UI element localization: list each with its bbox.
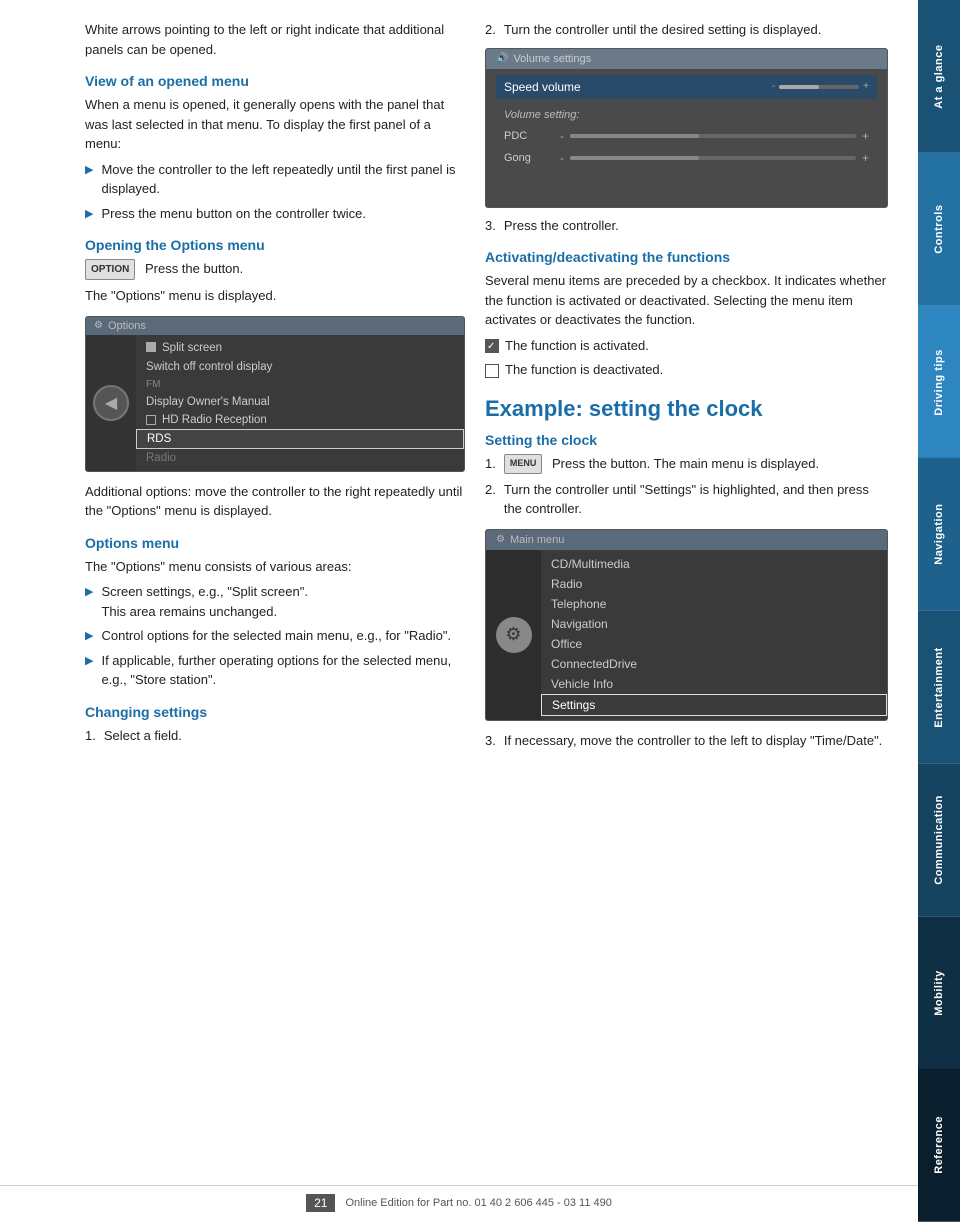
mm-row-navigation: Navigation [541,614,887,634]
additional-options-text: Additional options: move the controller … [85,482,465,521]
bullet-further-options: ▶ If applicable, further operating optio… [85,651,465,690]
section-view-of-opened-menu-heading: View of an opened menu [85,73,465,89]
speed-volume-row: Speed volume - + [496,75,877,99]
options-controller-area: ◀ [86,335,136,471]
mm-row-office: Office [541,634,887,654]
sidebar-item-communication[interactable]: Communication [918,764,960,917]
section5-text: Several menu items are preceded by a che… [485,271,888,330]
volume-body: Speed volume - + Volume setting: PDC - [486,69,887,175]
options-content: ◀ Split screen Switch off control displa… [86,335,464,471]
options-menu-intro: The "Options" menu consists of various a… [85,557,465,577]
opt-row-switch-off: Switch off control display [136,358,464,376]
step-press-controller: 3. Press the controller. [485,216,888,236]
bullet-arrow-icon-4: ▶ [85,628,93,645]
main-content: White arrows pointing to the left or rig… [0,0,918,796]
pdc-slider [570,134,856,138]
volume-setting-label: Volume setting: [496,105,877,125]
sidebar-item-at-a-glance[interactable]: At a glance [918,0,960,153]
options-header-icon: ⚙ [94,320,103,331]
gear-icon: ⚙ [496,617,532,653]
opt-row-fm-label: FM [136,376,464,393]
main-menu-rows: CD/Multimedia Radio Telephone Navigation… [541,550,887,720]
main-menu-content: ⚙ CD/Multimedia Radio Telephone Navigati… [486,550,887,720]
intro-text: White arrows pointing to the left or rig… [85,20,465,59]
volume-settings-header: 🔊 Volume settings [486,49,887,69]
sidebar: At a glance Controls Driving tips Naviga… [918,0,960,1222]
bullet-control-options: ▶ Control options for the selected main … [85,626,465,646]
options-screen-mockup: ⚙ Options ◀ Split screen Switch off cont… [85,316,465,472]
options-header: ⚙ Options [86,317,464,335]
step-select-field: 1. Select a field. [85,726,465,746]
mm-row-radio: Radio [541,574,887,594]
bullet-press-menu-button: ▶ Press the menu button on the controlle… [85,204,465,224]
main-menu-controller-area: ⚙ [486,550,541,720]
checkbox-activated-icon [485,336,505,356]
sidebar-item-reference[interactable]: Reference [918,1069,960,1222]
volume-settings-mockup: 🔊 Volume settings Speed volume - + Volum… [485,48,888,208]
checkbox-hd-radio-icon [146,415,156,425]
opt-row-display-manual: Display Owner's Manual [136,393,464,411]
function-activated-item: The function is activated. [485,336,888,356]
sidebar-item-mobility[interactable]: Mobility [918,917,960,1070]
pdc-row: PDC - + [496,125,877,147]
bullet-arrow-icon-2: ▶ [85,206,93,223]
sub-heading-setting-clock: Setting the clock [485,432,888,448]
sidebar-item-entertainment[interactable]: Entertainment [918,611,960,764]
bullet-arrow-icon-3: ▶ [85,584,93,601]
mm-row-connecteddrive: ConnectedDrive [541,654,887,674]
mm-row-vehicle-info: Vehicle Info [541,674,887,694]
big-heading-clock: Example: setting the clock [485,396,888,422]
option-button[interactable]: OPTION [85,259,135,280]
clock-step2: 2. Turn the controller until "Settings" … [485,480,888,519]
main-menu-header-icon: ⚙ [496,534,505,545]
bullet-arrow-icon-5: ▶ [85,653,93,670]
step-turn-controller: 2. Turn the controller until the desired… [485,20,888,40]
section-opening-options-heading: Opening the Options menu [85,237,465,253]
opt-row-hd-radio: HD Radio Reception [136,411,464,429]
sidebar-item-driving-tips[interactable]: Driving tips [918,306,960,459]
section1-text: When a menu is opened, it generally open… [85,95,465,154]
options-displayed-text: The "Options" menu is displayed. [85,286,465,306]
option-instruction-text: OPTION Press the button. [85,259,465,280]
section-options-menu-heading: Options menu [85,535,465,551]
bullet-screen-settings: ▶ Screen settings, e.g., "Split screen".… [85,582,465,621]
bullet-arrow-icon-1: ▶ [85,162,93,179]
function-deactivated-item: The function is deactivated. [485,360,888,380]
opt-row-rds: RDS [136,429,464,449]
section-changing-settings-heading: Changing settings [85,704,465,720]
checkbox-split-screen [146,342,156,355]
main-menu-mockup: ⚙ Main menu ⚙ CD/Multimedia Radio Teleph… [485,529,888,721]
clock-step1: 1. MENU Press the button. The main menu … [485,454,888,474]
mm-row-cd: CD/Multimedia [541,554,887,574]
mm-row-telephone: Telephone [541,594,887,614]
opt-row-split-screen: Split screen [136,339,464,358]
bullet-move-controller: ▶ Move the controller to the left repeat… [85,160,465,199]
section-activating-heading: Activating/deactivating the functions [485,249,888,265]
clock-step3: 3. If necessary, move the controller to … [485,731,888,751]
options-menu-rows: Split screen Switch off control display … [136,335,464,471]
footer-text: Online Edition for Part no. 01 40 2 606 … [345,1197,611,1209]
main-menu-header: ⚙ Main menu [486,530,887,550]
page-number: 21 [306,1194,335,1212]
right-column: 2. Turn the controller until the desired… [485,20,888,756]
gong-slider [570,156,856,160]
sidebar-item-controls[interactable]: Controls [918,153,960,306]
volume-settings-icon: 🔊 [496,53,508,64]
page-footer: 21 Online Edition for Part no. 01 40 2 6… [0,1185,918,1212]
opt-row-radio: Radio [136,449,464,467]
left-column: White arrows pointing to the left or rig… [85,20,465,756]
checkbox-deactivated-icon [485,360,505,380]
menu-button[interactable]: MENU [504,454,543,474]
controller-icon: ◀ [93,385,129,421]
gong-row: Gong - + [496,147,877,169]
mm-row-settings: Settings [541,694,887,716]
sidebar-item-navigation[interactable]: Navigation [918,458,960,611]
